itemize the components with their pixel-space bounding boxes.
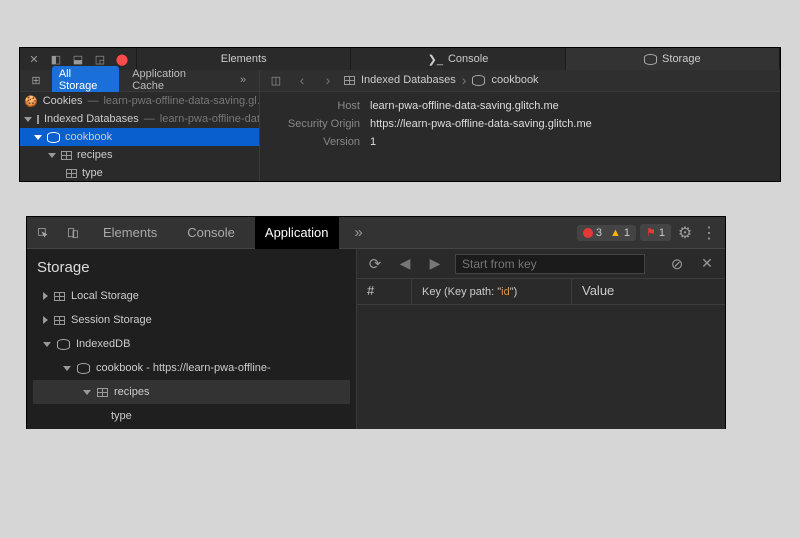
nav-forward-icon[interactable]: ›: [318, 70, 338, 90]
tab-console[interactable]: Console: [177, 217, 245, 249]
tree-cookies[interactable]: 🍪Cookies — learn-pwa-offline-data-saving…: [20, 92, 259, 110]
device-toggle-icon[interactable]: [63, 223, 83, 243]
value-version: 1: [370, 136, 376, 154]
tab-storage[interactable]: Storage: [566, 48, 780, 70]
label-host: Host: [270, 100, 370, 118]
table-icon: [61, 151, 72, 160]
breadcrumb-idb[interactable]: Indexed Databases: [361, 74, 456, 86]
sidebar-store-recipes[interactable]: recipes: [33, 380, 350, 404]
delete-icon[interactable]: ✕: [697, 254, 717, 274]
folder-icon: [37, 115, 39, 124]
storage-icon: [644, 54, 657, 65]
tab-label: Console: [448, 53, 488, 65]
clear-store-icon[interactable]: ⊘: [667, 254, 687, 274]
close-icon[interactable]: ✕: [24, 49, 44, 69]
table-icon: [66, 169, 77, 178]
sidebar-indexeddb[interactable]: IndexedDB: [33, 332, 350, 356]
error-icon: [583, 228, 593, 238]
data-table-header: # Key (Key path: "id") Value: [357, 279, 725, 305]
nav-back-icon[interactable]: ‹: [292, 70, 312, 90]
sidebar-local-storage[interactable]: Local Storage: [33, 284, 350, 308]
breadcrumb: Indexed Databases › cookbook: [344, 72, 539, 88]
tree-db-cookbook[interactable]: cookbook: [20, 128, 259, 146]
label-security-origin: Security Origin: [270, 118, 370, 136]
chrome-main-pane: ⟳ ◀ ▶ ⊘ ✕ # Key (Key path: "id") Value: [357, 249, 725, 429]
sidebar-heading: Storage: [37, 259, 346, 276]
sidebar-toggle-icon[interactable]: ◫: [266, 70, 286, 90]
next-page-icon[interactable]: ▶: [425, 254, 445, 274]
chevron-right-icon: ›: [462, 72, 467, 88]
chrome-devtools: Elements Console Application » 3▲1 ⚑1 ⚙ …: [26, 216, 726, 429]
sidebar-db-cookbook[interactable]: cookbook - https://learn-pwa-offline-: [33, 356, 350, 380]
col-key[interactable]: Key (Key path: "id"): [412, 279, 572, 304]
storage-icon: [54, 316, 65, 325]
sidebar-session-storage[interactable]: Session Storage: [33, 308, 350, 332]
tree-index-type[interactable]: type: [20, 164, 259, 181]
value-host: learn-pwa-offline-data-saving.glitch.me: [370, 100, 559, 118]
col-value[interactable]: Value: [572, 279, 725, 304]
tab-console[interactable]: ❯_ Console: [351, 48, 565, 70]
flag-icon: ⚑: [646, 226, 656, 239]
sidebar-index-type[interactable]: type: [33, 404, 350, 428]
tab-label: Storage: [662, 53, 701, 65]
object-store-toolbar: ⟳ ◀ ▶ ⊘ ✕: [357, 249, 725, 279]
prev-page-icon[interactable]: ◀: [395, 254, 415, 274]
chrome-sidebar: Storage Local Storage Session Storage In…: [27, 249, 357, 429]
more-tabs-icon[interactable]: »: [349, 223, 369, 243]
value-security-origin: https://learn-pwa-offline-data-saving.gl…: [370, 118, 592, 136]
label-version: Version: [270, 136, 370, 154]
database-icon: [77, 363, 90, 374]
more-filters-icon[interactable]: »: [233, 70, 253, 90]
kebab-menu-icon[interactable]: ⋮: [699, 223, 719, 243]
filter-icon[interactable]: ⊞: [26, 70, 46, 90]
safari-detail-pane: Hostlearn-pwa-offline-data-saving.glitch…: [260, 92, 780, 181]
start-key-input[interactable]: [455, 254, 645, 274]
database-icon: [472, 75, 485, 86]
tab-elements[interactable]: Elements: [93, 217, 167, 249]
tree-idb-group[interactable]: Indexed Databases — learn-pwa-offline-da…: [20, 110, 259, 128]
folder-icon: [344, 76, 355, 85]
safari-devtools: ✕ ◧ ⬓ ◲ ⬤ Elements ❯_Console Storage ⊞ A…: [19, 47, 781, 182]
filter-app-cache[interactable]: Application Cache: [125, 66, 227, 94]
database-icon: [47, 132, 60, 143]
console-icon: ❯_: [428, 53, 443, 66]
inspect-icon[interactable]: [33, 223, 53, 243]
filter-all-storage[interactable]: All Storage: [52, 66, 119, 94]
error-badge[interactable]: 3▲1: [577, 225, 636, 241]
tree-store-recipes[interactable]: recipes: [20, 146, 259, 164]
tab-application[interactable]: Application: [255, 217, 339, 249]
refresh-icon[interactable]: ⟳: [365, 254, 385, 274]
warning-icon: ▲: [610, 227, 621, 239]
tab-label: Elements: [221, 53, 267, 65]
col-index[interactable]: #: [357, 279, 412, 304]
safari-storage-tree: 🍪Cookies — learn-pwa-offline-data-saving…: [20, 92, 260, 181]
storage-icon: [54, 292, 65, 301]
table-icon: [97, 388, 108, 397]
database-icon: [57, 339, 70, 350]
safari-subheader: ⊞ All Storage Application Cache » ◫ ‹ › …: [20, 70, 780, 92]
breadcrumb-db[interactable]: cookbook: [491, 74, 538, 86]
issues-badge[interactable]: ⚑1: [640, 224, 671, 241]
chrome-tab-strip: Elements Console Application » 3▲1 ⚑1 ⚙ …: [27, 217, 725, 249]
settings-icon[interactable]: ⚙: [675, 223, 695, 243]
